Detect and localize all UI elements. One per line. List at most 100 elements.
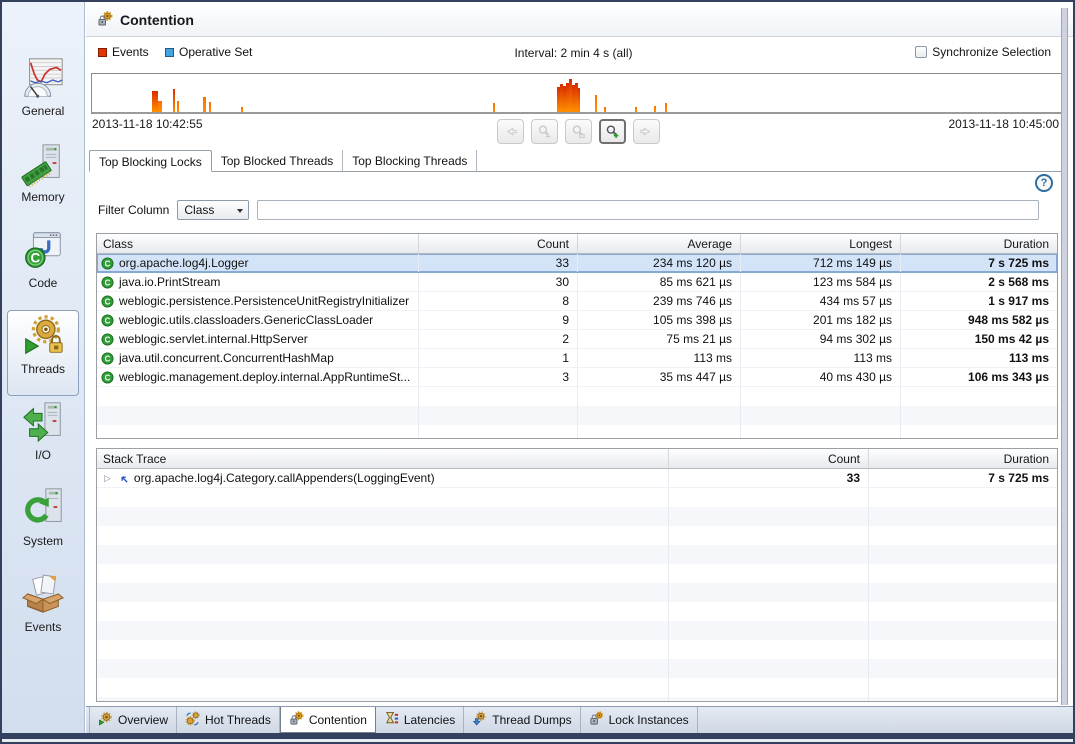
sidebar: General Memory bbox=[2, 2, 85, 733]
timeline-event-bar bbox=[604, 107, 606, 112]
timeline-event-bar bbox=[665, 103, 667, 112]
locks-table-row[interactable]: Cweblogic.management.deploy.internal.App… bbox=[97, 368, 1057, 387]
timeline-event-bar bbox=[173, 89, 175, 112]
filter-column-selected-value: Class bbox=[184, 203, 214, 217]
tab-top-blocking-locks[interactable]: Top Blocking Locks bbox=[89, 150, 212, 172]
lock-gear-icon bbox=[97, 11, 113, 30]
column-header-count[interactable]: Count bbox=[419, 234, 578, 253]
locks-table-row[interactable]: Cweblogic.servlet.internal.HttpServer275… bbox=[97, 330, 1057, 349]
stack-trace-table: Stack Trace Count Duration ▷org.apache.l… bbox=[96, 448, 1058, 702]
lock-instances-icon bbox=[589, 711, 604, 729]
duration-cell: 7 s 725 ms bbox=[901, 254, 1057, 272]
duration-cell: 7 s 725 ms bbox=[869, 469, 1057, 487]
sidebar-item-threads[interactable]: Threads bbox=[7, 310, 79, 396]
locks-table-row[interactable]: Cjava.util.concurrent.ConcurrentHashMap1… bbox=[97, 349, 1057, 368]
tab-contention[interactable]: Contention bbox=[280, 707, 376, 733]
locks-table-row[interactable]: Corg.apache.log4j.Logger33234 ms 120 µs7… bbox=[97, 254, 1057, 273]
svg-text:C: C bbox=[105, 316, 111, 325]
filter-query-input[interactable] bbox=[257, 200, 1039, 220]
svg-text:C: C bbox=[30, 250, 40, 265]
count-cell: 9 bbox=[419, 311, 578, 329]
locks-table-row[interactable]: Cweblogic.persistence.PersistenceUnitReg… bbox=[97, 292, 1057, 311]
sidebar-item-events[interactable]: Events bbox=[7, 568, 79, 654]
zoom-in-button[interactable] bbox=[599, 119, 626, 144]
pan-right-button[interactable] bbox=[633, 119, 660, 144]
svg-text:C: C bbox=[105, 373, 111, 382]
sidebar-label-events: Events bbox=[25, 620, 62, 634]
vertical-scrollbar[interactable] bbox=[1061, 8, 1068, 705]
synchronize-selection-checkbox[interactable] bbox=[915, 46, 927, 58]
class-icon: C bbox=[101, 371, 114, 384]
tab-top-blocked-threads[interactable]: Top Blocked Threads bbox=[212, 150, 344, 171]
hot-threads-gears-icon bbox=[185, 711, 200, 729]
system-icon bbox=[20, 485, 66, 531]
count-cell: 1 bbox=[419, 349, 578, 367]
expand-arrow-icon[interactable]: ▷ bbox=[101, 473, 113, 484]
column-header-class[interactable]: Class bbox=[97, 234, 419, 253]
page-title: Contention bbox=[120, 12, 194, 28]
class-cell: Cjava.util.concurrent.ConcurrentHashMap bbox=[97, 349, 419, 367]
column-header-longest[interactable]: Longest bbox=[741, 234, 901, 253]
count-cell: 30 bbox=[419, 273, 578, 291]
svg-text:C: C bbox=[105, 278, 111, 287]
tab-latencies-label: Latencies bbox=[404, 713, 455, 727]
longest-cell: 201 ms 182 µs bbox=[741, 311, 901, 329]
class-icon: C bbox=[101, 276, 114, 289]
sidebar-item-io[interactable]: I/O bbox=[7, 396, 79, 482]
locks-table-row[interactable]: Cjava.io.PrintStream3085 ms 621 µs123 ms… bbox=[97, 273, 1057, 292]
tab-lock-instances[interactable]: Lock Instances bbox=[581, 707, 698, 733]
tab-top-blocking-threads[interactable]: Top Blocking Threads bbox=[343, 150, 477, 171]
filter-column-select[interactable]: Class bbox=[177, 200, 249, 220]
timeline-event-bar bbox=[654, 106, 656, 112]
timeline-chart[interactable] bbox=[91, 73, 1062, 114]
locks-table-row[interactable]: Cweblogic.utils.classloaders.GenericClas… bbox=[97, 311, 1057, 330]
empty-table-row bbox=[97, 602, 1057, 621]
sidebar-item-memory[interactable]: Memory bbox=[7, 138, 79, 224]
bottom-tab-bar: Overview Hot Threads Contention Latencie… bbox=[86, 706, 1073, 733]
empty-table-row bbox=[97, 697, 1057, 702]
tab-latencies[interactable]: Latencies bbox=[376, 707, 464, 733]
longest-cell: 113 ms bbox=[741, 349, 901, 367]
timeline-event-bar bbox=[158, 101, 162, 112]
sidebar-item-code[interactable]: C Code bbox=[7, 224, 79, 310]
class-cell: Cweblogic.servlet.internal.HttpServer bbox=[97, 330, 419, 348]
magnifier-plus-icon bbox=[605, 124, 620, 139]
class-icon: C bbox=[101, 352, 114, 365]
zoom-out-button[interactable] bbox=[531, 119, 558, 144]
arrow-left-icon bbox=[503, 124, 518, 139]
stack-frame-icon bbox=[118, 473, 129, 484]
stack-trace-row[interactable]: ▷org.apache.log4j.Category.callAppenders… bbox=[97, 469, 1057, 488]
tab-hot-threads[interactable]: Hot Threads bbox=[177, 707, 280, 733]
pan-left-button[interactable] bbox=[497, 119, 524, 144]
class-icon: C bbox=[101, 257, 114, 270]
timeline-event-bar bbox=[177, 101, 179, 112]
empty-table-row bbox=[97, 583, 1057, 602]
io-icon bbox=[20, 399, 66, 445]
sidebar-item-general[interactable]: General bbox=[7, 52, 79, 138]
tab-overview[interactable]: Overview bbox=[89, 707, 177, 733]
empty-table-row bbox=[97, 387, 1057, 406]
duration-cell: 948 ms 582 µs bbox=[901, 311, 1057, 329]
sidebar-item-system[interactable]: System bbox=[7, 482, 79, 568]
class-cell: Corg.apache.log4j.Logger bbox=[97, 254, 419, 272]
column-header-duration[interactable]: Duration bbox=[869, 449, 1057, 468]
frame-cell: ▷org.apache.log4j.Category.callAppenders… bbox=[97, 469, 669, 487]
tab-thread-dumps[interactable]: Thread Dumps bbox=[464, 707, 580, 733]
longest-cell: 434 ms 57 µs bbox=[741, 292, 901, 310]
column-header-average[interactable]: Average bbox=[578, 234, 741, 253]
column-header-stack-trace[interactable]: Stack Trace bbox=[97, 449, 669, 468]
timeline-end-time: 2013-11-18 10:45:00 bbox=[948, 117, 1059, 131]
help-button[interactable]: ? bbox=[1035, 174, 1053, 192]
column-header-duration[interactable]: Duration bbox=[901, 234, 1057, 253]
zoom-fit-button[interactable] bbox=[565, 119, 592, 144]
longest-cell: 94 ms 302 µs bbox=[741, 330, 901, 348]
column-header-count[interactable]: Count bbox=[669, 449, 869, 468]
empty-table-row bbox=[97, 488, 1057, 507]
tab-overview-label: Overview bbox=[118, 713, 168, 727]
svg-text:C: C bbox=[105, 259, 111, 268]
sidebar-label-general: General bbox=[22, 104, 65, 118]
duration-cell: 150 ms 42 µs bbox=[901, 330, 1057, 348]
timeline-start-time: 2013-11-18 10:42:55 bbox=[92, 117, 203, 131]
main-panel: Contention Events Operative Set Interval… bbox=[86, 2, 1073, 733]
count-cell: 33 bbox=[669, 469, 869, 487]
